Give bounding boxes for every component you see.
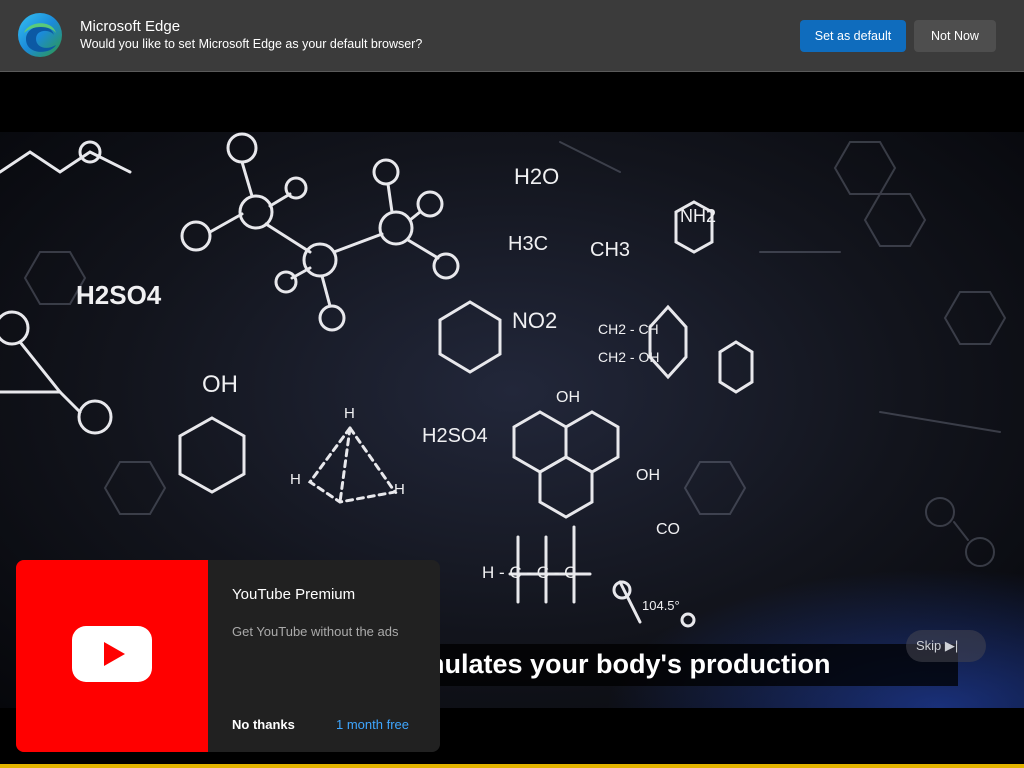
chem-label: CH2 - OH [598,349,659,365]
chem-label: H2O [514,164,559,189]
default-browser-prompt: Microsoft Edge Would you like to set Mic… [0,0,1024,72]
chem-label: H3C [508,233,548,255]
youtube-play-icon [72,626,152,682]
chem-label: NO2 [512,308,557,333]
set-as-default-button[interactable]: Set as default [800,20,906,52]
chem-label: H - C - C - C [482,563,576,582]
youtube-premium-card: YouTube Premium Get YouTube without the … [16,560,440,752]
prompt-title: Microsoft Edge [80,18,181,35]
video-caption: nulates your body's production [420,644,958,686]
chem-label: H [290,471,301,488]
premium-art [16,560,208,752]
premium-description: Get YouTube without the ads [232,624,399,639]
chem-label: H2SO4 [422,425,488,447]
chem-label: 104.5° [642,598,680,613]
no-thanks-button[interactable]: No thanks [232,717,295,732]
tetrahedron [307,425,398,504]
not-now-button[interactable]: Not Now [914,20,996,52]
prompt-message: Would you like to set Microsoft Edge as … [80,37,423,51]
premium-title: YouTube Premium [232,586,356,603]
chem-label: OH [556,389,580,406]
edge-logo-icon [18,13,62,57]
one-month-free-button[interactable]: 1 month free [336,717,409,732]
benzene-rings [178,200,754,519]
chem-label: OH [636,467,660,484]
chem-label: H [394,481,405,498]
chem-label: CH2 - CH [598,321,659,337]
chem-label: CO [656,521,680,538]
chem-label: H [344,405,355,422]
skip-ad-button[interactable]: Skip ▶| [906,630,986,662]
chem-label: OH [202,371,238,398]
progress-accent [0,764,1024,768]
chem-label: CH3 [590,239,630,261]
chem-label: H2SO4 [76,280,162,310]
molecule-ball-stick [180,132,460,332]
chem-label: NH2 [680,206,716,226]
